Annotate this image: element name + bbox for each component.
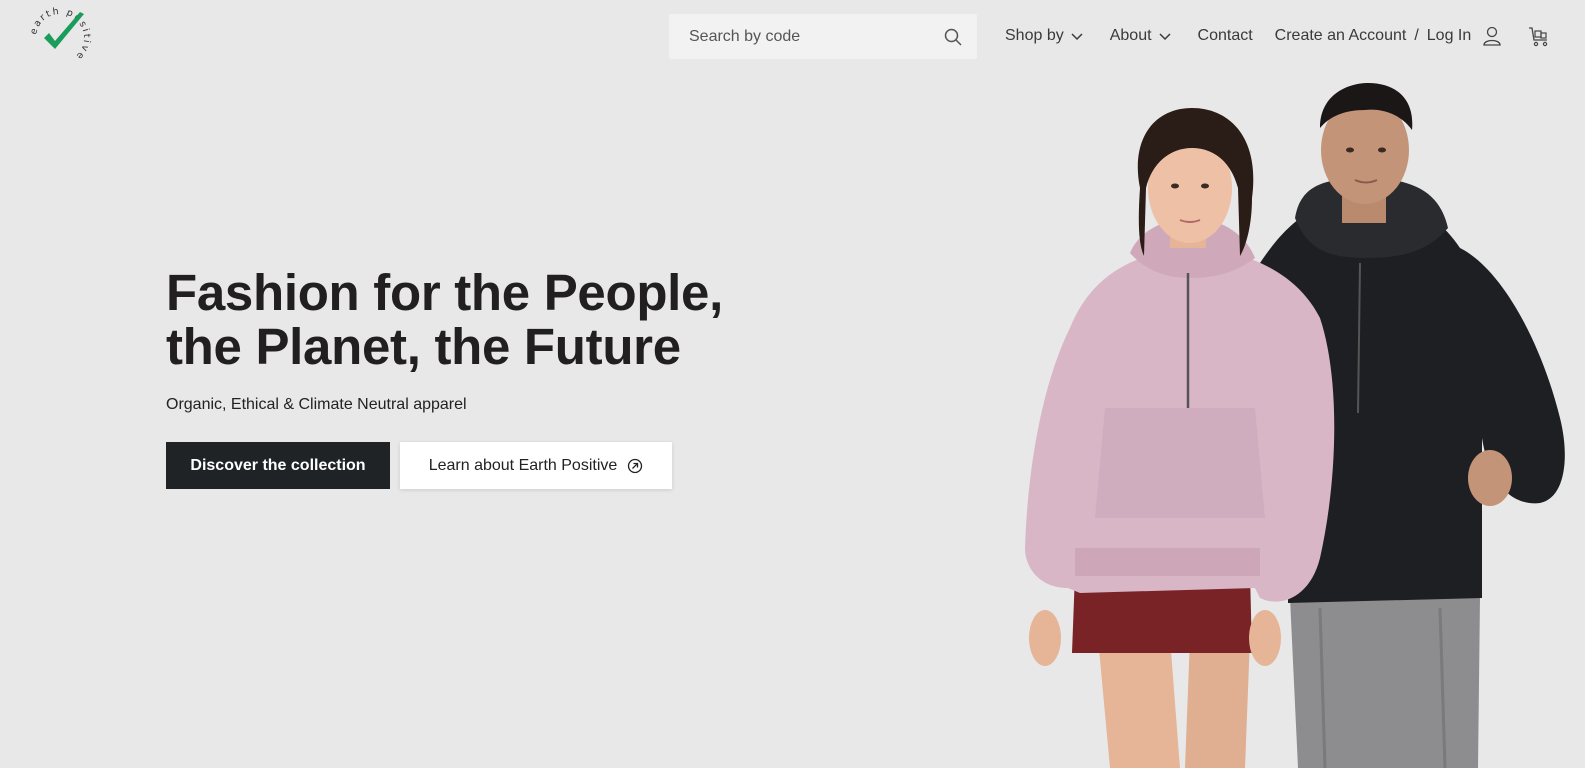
- nav-shop-by[interactable]: Shop by: [1005, 27, 1084, 45]
- search-input[interactable]: [689, 27, 943, 46]
- hero-title-line-1: Fashion for the People,: [166, 264, 723, 321]
- nav-contact-label: Contact: [1197, 27, 1253, 44]
- nav-about[interactable]: About: [1110, 27, 1172, 45]
- hero-subtitle: Organic, Ethical & Climate Neutral appar…: [166, 396, 467, 413]
- nav-separator: /: [1414, 27, 1419, 44]
- main-nav: Shop by About Contact Create an Account …: [1005, 24, 1551, 48]
- hero-title-line-2: the Planet, the Future: [166, 318, 681, 375]
- login-label: Log In: [1426, 27, 1472, 44]
- search-icon[interactable]: [943, 27, 963, 47]
- user-icon: [1483, 26, 1501, 46]
- learn-about-label: Learn about Earth Positive: [428, 456, 618, 474]
- discover-collection-label: Discover the collection: [190, 456, 366, 474]
- hero-title: Fashion for the People, the Planet, the …: [166, 266, 766, 374]
- cart-icon[interactable]: [1527, 24, 1551, 48]
- nav-about-label: About: [1109, 27, 1152, 44]
- nav-contact[interactable]: Contact: [1198, 27, 1253, 45]
- create-account-label: Create an Account: [1274, 27, 1407, 44]
- nav-shop-by-label: Shop by: [1005, 27, 1064, 44]
- chevron-down-icon: [1071, 33, 1083, 41]
- hero-models-image: [1025, 83, 1565, 768]
- arrow-circle-icon: [628, 458, 643, 473]
- brand-logo[interactable]: earth positive: [28, 6, 92, 70]
- chevron-down-icon: [1159, 33, 1171, 41]
- search-bar[interactable]: [669, 14, 977, 59]
- discover-collection-button[interactable]: Discover the collection: [166, 442, 390, 489]
- login-link[interactable]: Log In: [1427, 25, 1503, 47]
- checkmark-logo-icon: earth positive: [28, 6, 90, 63]
- learn-about-button[interactable]: Learn about Earth Positive: [400, 442, 672, 489]
- female-model: [1025, 108, 1335, 768]
- create-account-link[interactable]: Create an Account: [1275, 27, 1407, 45]
